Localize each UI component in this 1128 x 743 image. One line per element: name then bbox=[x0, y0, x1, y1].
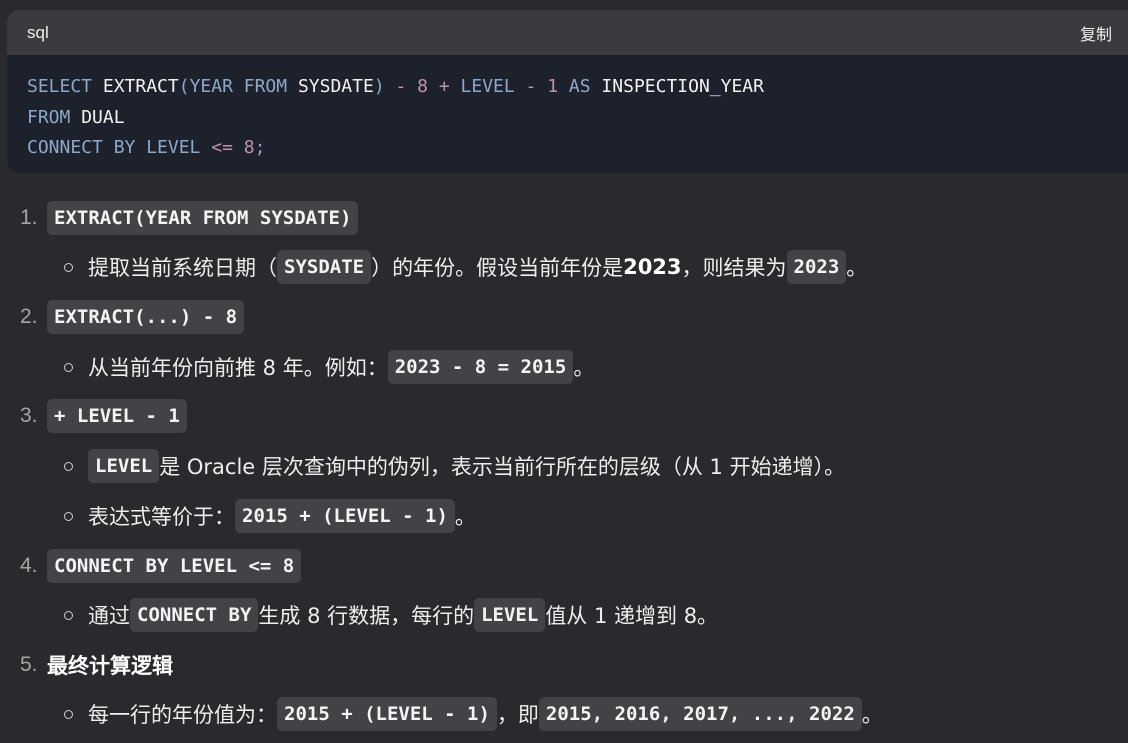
code-token: INSPECTION_YEAR bbox=[590, 76, 764, 97]
text: 。 bbox=[861, 703, 883, 727]
text: 。 bbox=[846, 256, 868, 280]
code-token: - 8 + bbox=[384, 76, 461, 97]
code-line-1: SELECT EXTRACT(YEAR FROM SYSDATE) - 8 + … bbox=[27, 72, 1128, 103]
code-token: ( bbox=[178, 76, 190, 97]
text: 从当前年份向前推 8 年。例如： bbox=[88, 356, 388, 380]
code-line-3: CONNECT BY LEVEL <= 8; bbox=[27, 133, 1128, 164]
text: 是 Oracle 层次查询中的伪列，表示当前行所在的层级（从 1 开始递增）。 bbox=[159, 455, 846, 479]
code-token: AS bbox=[568, 76, 591, 97]
code-language-label: sql bbox=[27, 22, 49, 42]
list-number: 4. bbox=[20, 554, 38, 577]
bold-text: 2023 bbox=[623, 255, 682, 279]
inline-code: EXTRACT(YEAR FROM SYSDATE) bbox=[47, 201, 359, 235]
text: 值从 1 递增到 8。 bbox=[545, 604, 719, 628]
text: ）的年份。假设当前年份是 bbox=[371, 256, 624, 280]
code-token: DUAL bbox=[70, 106, 125, 128]
code-token: - 1 bbox=[514, 76, 569, 97]
code-block: sql 复制 SELECT EXTRACT(YEAR FROM SYSDATE)… bbox=[7, 10, 1128, 173]
list-number: 2. bbox=[20, 305, 38, 328]
code-line-2: FROM DUAL bbox=[27, 103, 1128, 134]
code-token: YEAR FROM bbox=[189, 76, 288, 97]
inline-code: CONNECT BY LEVEL <= 8 bbox=[47, 549, 302, 583]
code-header: sql 复制 bbox=[7, 10, 1128, 55]
text: 表达式等价于： bbox=[88, 505, 235, 529]
text: 通过 bbox=[88, 604, 130, 628]
bullet-icon bbox=[64, 262, 73, 272]
inline-code: 2015 + (LEVEL - 1) bbox=[235, 499, 455, 533]
code-token: ; bbox=[254, 137, 266, 158]
text: 每一行的年份值为： bbox=[88, 703, 277, 727]
bullet-icon bbox=[64, 709, 73, 719]
copy-button[interactable]: 复制 bbox=[1080, 21, 1112, 45]
code-body: SELECT EXTRACT(YEAR FROM SYSDATE) - 8 + … bbox=[7, 55, 1128, 164]
item-title: 最终计算逻辑 bbox=[47, 654, 173, 678]
bullet-icon bbox=[64, 610, 73, 620]
code-token: SELECT bbox=[27, 76, 93, 97]
code-token: <= 8 bbox=[200, 137, 255, 158]
code-token: EXTRACT bbox=[92, 76, 179, 97]
code-token: LEVEL bbox=[460, 76, 515, 97]
code-token: CONNECT BY LEVEL bbox=[27, 137, 201, 158]
text: ，则结果为 bbox=[681, 256, 787, 280]
inline-code: LEVEL bbox=[474, 598, 546, 632]
text: 。 bbox=[454, 505, 476, 529]
bullet-icon bbox=[64, 511, 73, 521]
bullet-icon bbox=[64, 362, 73, 372]
inline-code: LEVEL bbox=[88, 449, 160, 483]
list-number: 3. bbox=[20, 404, 38, 427]
inline-code: 2023 bbox=[786, 250, 847, 284]
text: ，即 bbox=[496, 703, 539, 727]
list-number: 1. bbox=[20, 206, 38, 229]
inline-code: 2023 - 8 = 2015 bbox=[387, 350, 574, 384]
inline-code: SYSDATE bbox=[277, 250, 372, 284]
code-token: SYSDATE bbox=[287, 76, 374, 97]
text: 提取当前系统日期（ bbox=[88, 256, 277, 280]
code-token: ) bbox=[373, 76, 385, 97]
inline-code: + LEVEL - 1 bbox=[47, 399, 187, 433]
inline-code: 2015 + (LEVEL - 1) bbox=[277, 697, 497, 731]
inline-code: 2015, 2016, 2017, ..., 2022 bbox=[538, 697, 862, 731]
inline-code: CONNECT BY bbox=[130, 598, 259, 632]
list-number: 5. bbox=[20, 653, 38, 676]
code-token: FROM bbox=[27, 106, 71, 128]
bullet-icon bbox=[64, 461, 73, 471]
inline-code: EXTRACT(...) - 8 bbox=[47, 300, 245, 334]
text: 。 bbox=[573, 356, 595, 380]
text: 生成 8 行数据，每行的 bbox=[258, 604, 475, 628]
